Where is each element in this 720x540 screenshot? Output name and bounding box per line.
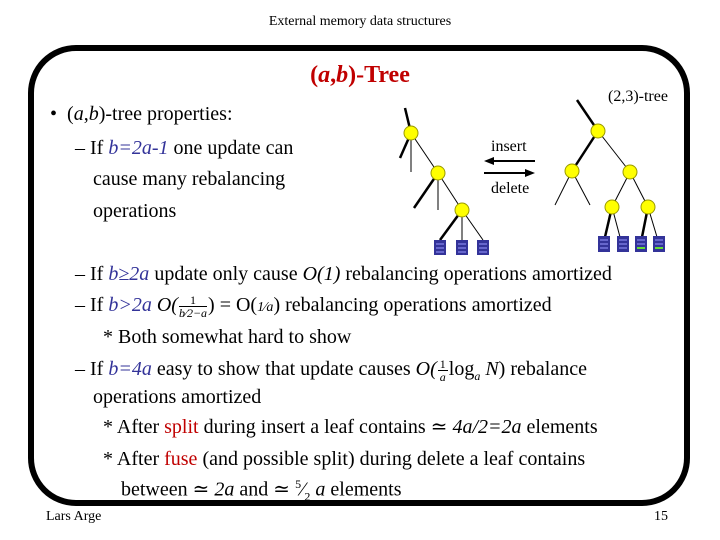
note-fuse-line2: between ≃ 2a and ≃ 5⁄2 a elements bbox=[121, 477, 402, 504]
item-b-2a-1-line2: cause many rebalancing bbox=[93, 168, 286, 190]
leaf-block bbox=[617, 236, 629, 252]
item-b-geq-2a: – If b≥2a update only cause O(1) rebalan… bbox=[75, 263, 612, 285]
tree-node bbox=[454, 202, 470, 218]
tree-node bbox=[564, 163, 580, 179]
leaf-block bbox=[477, 240, 489, 255]
leaf-block-new bbox=[653, 236, 665, 252]
item-b-2a-1: – If b=2a-1 one update can bbox=[75, 137, 294, 159]
leaf-block-new bbox=[635, 236, 647, 252]
note-hard-to-show: * Both somewhat hard to show bbox=[103, 326, 352, 348]
delete-label: delete bbox=[491, 180, 530, 197]
leaf-block bbox=[598, 236, 610, 252]
edge bbox=[597, 130, 631, 173]
tree-node bbox=[430, 165, 446, 181]
page-number: 15 bbox=[654, 509, 668, 524]
item-b-2a-1-line3: operations bbox=[93, 200, 177, 222]
leaf-block bbox=[456, 240, 468, 255]
item-b-4a: – If b=4a easy to show that update cause… bbox=[75, 356, 587, 384]
tree-node bbox=[590, 123, 606, 139]
delete-arrow bbox=[484, 169, 535, 177]
formula-fraction: 1a bbox=[437, 356, 448, 384]
arrow-left-icon bbox=[484, 157, 494, 165]
item-b-gt-2a: – If b>2a O(1 b⁄2−a) = O(1⁄a) rebalancing… bbox=[75, 292, 552, 320]
formula-fraction: 1 b⁄2−a bbox=[178, 292, 208, 320]
tree-node bbox=[622, 164, 638, 180]
left-leaves bbox=[434, 240, 489, 255]
note-fuse: * After fuse (and possible split) during… bbox=[103, 448, 586, 470]
arrow-right-icon bbox=[525, 169, 535, 177]
note-split: * After split during insert a leaf conta… bbox=[103, 416, 598, 438]
tree-node bbox=[604, 199, 620, 215]
right-tree bbox=[554, 99, 658, 238]
tree-node bbox=[640, 199, 656, 215]
leaf-block bbox=[434, 240, 446, 255]
insert-label: insert bbox=[491, 138, 527, 155]
tree-node bbox=[403, 125, 419, 141]
tree-type-label: (2,3)-tree bbox=[608, 88, 668, 105]
bullet-ab-tree-properties: • (a,b)-tree properties: bbox=[50, 103, 233, 125]
item-b-4a-line2: operations amortized bbox=[93, 386, 262, 408]
left-tree bbox=[398, 107, 484, 241]
footer-author: Lars Arge bbox=[46, 509, 102, 524]
insert-arrow bbox=[484, 157, 535, 165]
right-leaves bbox=[598, 236, 665, 252]
